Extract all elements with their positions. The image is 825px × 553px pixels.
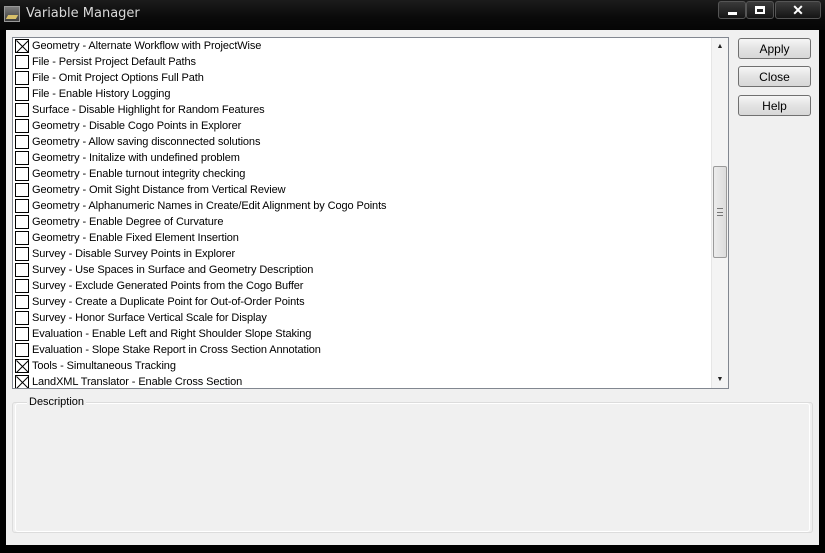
- unchecked-checkbox[interactable]: [15, 103, 29, 117]
- list-item-label: Geometry - Alternate Workflow with Proje…: [32, 40, 262, 52]
- scroll-down-icon[interactable]: ▼: [712, 371, 728, 388]
- list-item[interactable]: Geometry - Alphanumeric Names in Create/…: [13, 198, 713, 214]
- unchecked-checkbox[interactable]: [15, 343, 29, 357]
- unchecked-checkbox[interactable]: [15, 119, 29, 133]
- list-item[interactable]: Evaluation - Slope Stake Report in Cross…: [13, 342, 713, 358]
- unchecked-checkbox[interactable]: [15, 151, 29, 165]
- dialog-client-area: Geometry - Alternate Workflow with Proje…: [6, 30, 819, 545]
- close-button[interactable]: Close: [738, 66, 811, 87]
- list-item-label: Geometry - Initalize with undefined prob…: [32, 152, 240, 164]
- list-item-label: Survey - Honor Surface Vertical Scale fo…: [32, 312, 267, 324]
- help-button[interactable]: Help: [738, 95, 811, 116]
- list-item[interactable]: LandXML Translator - Enable Cross Sectio…: [13, 374, 713, 388]
- list-item[interactable]: Survey - Create a Duplicate Point for Ou…: [13, 294, 713, 310]
- list-item[interactable]: Survey - Use Spaces in Surface and Geome…: [13, 262, 713, 278]
- checked-checkbox[interactable]: [15, 375, 29, 388]
- description-group: Description: [12, 396, 813, 533]
- list-item-label: Survey - Exclude Generated Points from t…: [32, 280, 304, 292]
- list-item[interactable]: Geometry - Disable Cogo Points in Explor…: [13, 118, 713, 134]
- list-item-label: Geometry - Omit Sight Distance from Vert…: [32, 184, 286, 196]
- list-item[interactable]: Survey - Exclude Generated Points from t…: [13, 278, 713, 294]
- window-close-button[interactable]: ✕: [775, 1, 821, 19]
- unchecked-checkbox[interactable]: [15, 215, 29, 229]
- unchecked-checkbox[interactable]: [15, 135, 29, 149]
- list-item[interactable]: Tools - Simultaneous Tracking: [13, 358, 713, 374]
- list-item[interactable]: Geometry - Enable Fixed Element Insertio…: [13, 230, 713, 246]
- list-item-label: File - Enable History Logging: [32, 88, 171, 100]
- maximize-button[interactable]: [746, 1, 774, 19]
- grip-icon: [717, 208, 723, 216]
- minimize-icon: [727, 11, 737, 15]
- list-item[interactable]: File - Omit Project Options Full Path: [13, 70, 713, 86]
- app-icon: [4, 6, 20, 22]
- list-item-label: Geometry - Enable turnout integrity chec…: [32, 168, 246, 180]
- list-item-label: Geometry - Disable Cogo Points in Explor…: [32, 120, 242, 132]
- description-label: Description: [27, 396, 87, 408]
- scroll-thumb[interactable]: [713, 166, 727, 258]
- list-item[interactable]: Geometry - Initalize with undefined prob…: [13, 150, 713, 166]
- list-item[interactable]: Survey - Honor Surface Vertical Scale fo…: [13, 310, 713, 326]
- list-item-label: Geometry - Enable Fixed Element Insertio…: [32, 232, 239, 244]
- unchecked-checkbox[interactable]: [15, 55, 29, 69]
- list-item-label: File - Persist Project Default Paths: [32, 56, 196, 68]
- list-item[interactable]: Geometry - Omit Sight Distance from Vert…: [13, 182, 713, 198]
- unchecked-checkbox[interactable]: [15, 247, 29, 261]
- list-item[interactable]: Evaluation - Enable Left and Right Shoul…: [13, 326, 713, 342]
- minimize-button[interactable]: [718, 1, 746, 19]
- unchecked-checkbox[interactable]: [15, 199, 29, 213]
- list-item-label: Tools - Simultaneous Tracking: [32, 360, 176, 372]
- list-item[interactable]: File - Enable History Logging: [13, 86, 713, 102]
- list-item[interactable]: Geometry - Enable Degree of Curvature: [13, 214, 713, 230]
- description-panel: [15, 403, 810, 532]
- title-bar[interactable]: Variable Manager ✕: [0, 0, 825, 30]
- list-item-label: Surface - Disable Highlight for Random F…: [32, 104, 265, 116]
- list-item[interactable]: Geometry - Allow saving disconnected sol…: [13, 134, 713, 150]
- list-item[interactable]: Survey - Disable Survey Points in Explor…: [13, 246, 713, 262]
- unchecked-checkbox[interactable]: [15, 167, 29, 181]
- unchecked-checkbox[interactable]: [15, 71, 29, 85]
- list-item-label: Geometry - Enable Degree of Curvature: [32, 216, 224, 228]
- checked-checkbox[interactable]: [15, 359, 29, 373]
- list-item-label: Evaluation - Slope Stake Report in Cross…: [32, 344, 321, 356]
- list-item-label: Survey - Disable Survey Points in Explor…: [32, 248, 236, 260]
- list-item[interactable]: File - Persist Project Default Paths: [13, 54, 713, 70]
- list-item[interactable]: Geometry - Alternate Workflow with Proje…: [13, 38, 713, 54]
- scroll-up-icon[interactable]: ▲: [712, 38, 728, 55]
- maximize-icon: [755, 6, 765, 14]
- close-icon: ✕: [792, 2, 804, 18]
- list-item-label: Survey - Use Spaces in Surface and Geome…: [32, 264, 314, 276]
- list-item-label: LandXML Translator - Enable Cross Sectio…: [32, 376, 243, 388]
- window-title: Variable Manager: [26, 6, 140, 21]
- apply-button[interactable]: Apply: [738, 38, 811, 59]
- list-item[interactable]: Surface - Disable Highlight for Random F…: [13, 102, 713, 118]
- list-item-label: Survey - Create a Duplicate Point for Ou…: [32, 296, 305, 308]
- checklist-items: Geometry - Alternate Workflow with Proje…: [13, 38, 713, 388]
- list-item-label: Evaluation - Enable Left and Right Shoul…: [32, 328, 312, 340]
- checked-checkbox[interactable]: [15, 39, 29, 53]
- unchecked-checkbox[interactable]: [15, 183, 29, 197]
- unchecked-checkbox[interactable]: [15, 311, 29, 325]
- unchecked-checkbox[interactable]: [15, 295, 29, 309]
- vertical-scrollbar[interactable]: ▲ ▼: [711, 38, 728, 388]
- unchecked-checkbox[interactable]: [15, 327, 29, 341]
- unchecked-checkbox[interactable]: [15, 87, 29, 101]
- list-item-label: Geometry - Alphanumeric Names in Create/…: [32, 200, 387, 212]
- list-item[interactable]: Geometry - Enable turnout integrity chec…: [13, 166, 713, 182]
- variable-checklist[interactable]: Geometry - Alternate Workflow with Proje…: [12, 37, 729, 389]
- list-item-label: File - Omit Project Options Full Path: [32, 72, 204, 84]
- unchecked-checkbox[interactable]: [15, 279, 29, 293]
- unchecked-checkbox[interactable]: [15, 231, 29, 245]
- list-item-label: Geometry - Allow saving disconnected sol…: [32, 136, 261, 148]
- unchecked-checkbox[interactable]: [15, 263, 29, 277]
